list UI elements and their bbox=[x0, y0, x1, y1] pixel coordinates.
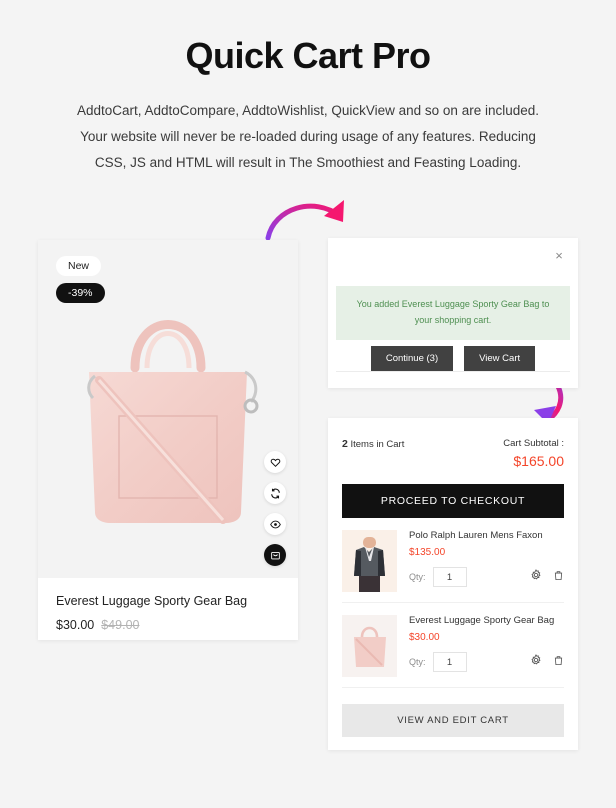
view-and-edit-cart-button[interactable]: VIEW AND EDIT CART bbox=[342, 704, 564, 737]
compare-icon[interactable] bbox=[264, 482, 286, 504]
cart-item-count-label: Items in Cart bbox=[350, 439, 405, 450]
product-price-original: $49.00 bbox=[101, 618, 140, 632]
cart-item-body: Polo Ralph Lauren Mens Faxon $135.00 Qty… bbox=[397, 530, 564, 592]
badge-discount: -39% bbox=[56, 283, 105, 303]
cart-item-controls: Qty: bbox=[409, 652, 564, 672]
cart-item-count: 2 Items in Cart bbox=[342, 438, 404, 450]
subtitle-line-3: CSS, JS and HTML will result in The Smoo… bbox=[94, 155, 522, 171]
notification-buttons: Continue (3) View Cart bbox=[328, 346, 578, 371]
product-price-row: $30.00 $49.00 bbox=[56, 618, 280, 632]
page-root: Quick Cart Pro AddtoCart, AddtoCompare, … bbox=[0, 0, 616, 808]
subtitle-line-1: AddtoCart, AddtoCompare, AddtoWishlist, … bbox=[76, 102, 539, 118]
cart-item-body: Everest Luggage Sporty Gear Bag $30.00 Q… bbox=[397, 615, 564, 677]
quantity-input[interactable] bbox=[432, 567, 467, 587]
cart-subtotal-label: Cart Subtotal : bbox=[503, 438, 564, 449]
cart-summary: 2 Items in Cart Cart Subtotal : $165.00 bbox=[342, 418, 564, 469]
cart-item-controls: Qty: bbox=[409, 567, 564, 587]
gear-icon[interactable] bbox=[530, 653, 542, 671]
view-cart-button[interactable]: View Cart bbox=[464, 346, 536, 371]
cart-line-item: Polo Ralph Lauren Mens Faxon $135.00 Qty… bbox=[342, 518, 564, 603]
badge-new: New bbox=[56, 256, 102, 276]
mini-cart-panel: 2 Items in Cart Cart Subtotal : $165.00 … bbox=[328, 418, 578, 750]
product-action-buttons[interactable] bbox=[264, 442, 286, 566]
quantity-label: Qty: bbox=[409, 572, 426, 582]
cart-subtotal-value: $165.00 bbox=[513, 453, 564, 469]
subtitle-line-2: Your website will never be re-loaded dur… bbox=[80, 128, 536, 144]
product-badges: New -39% bbox=[56, 256, 105, 310]
cart-item-thumbnail[interactable] bbox=[342, 530, 397, 592]
cart-item-name[interactable]: Polo Ralph Lauren Mens Faxon bbox=[409, 530, 564, 541]
cart-item-name[interactable]: Everest Luggage Sporty Gear Bag bbox=[409, 615, 564, 626]
product-image-bag bbox=[73, 276, 263, 556]
success-message: You added Everest Luggage Sporty Gear Ba… bbox=[336, 286, 570, 340]
quickview-eye-icon[interactable] bbox=[264, 513, 286, 535]
trash-icon[interactable] bbox=[553, 653, 564, 671]
cart-item-price: $135.00 bbox=[409, 547, 446, 558]
quantity-input[interactable] bbox=[432, 652, 467, 672]
quantity-label: Qty: bbox=[409, 657, 426, 667]
product-name[interactable]: Everest Luggage Sporty Gear Bag bbox=[56, 594, 280, 608]
page-title: Quick Cart Pro bbox=[185, 35, 431, 76]
wishlist-heart-icon[interactable] bbox=[264, 451, 286, 473]
cart-item-tools bbox=[530, 568, 564, 586]
divider bbox=[336, 371, 570, 372]
page-header: Quick Cart Pro AddtoCart, AddtoCompare, … bbox=[0, 0, 616, 177]
page-subtitle: AddtoCart, AddtoCompare, AddtoWishlist, … bbox=[0, 98, 616, 177]
product-image-area[interactable]: New -39% bbox=[38, 240, 298, 578]
gear-icon[interactable] bbox=[530, 568, 542, 586]
cart-item-tools bbox=[530, 653, 564, 671]
cart-subtotal: Cart Subtotal : $165.00 bbox=[503, 438, 564, 469]
product-info: Everest Luggage Sporty Gear Bag $30.00 $4… bbox=[38, 578, 298, 632]
cart-item-thumbnail[interactable] bbox=[342, 615, 397, 677]
trash-icon[interactable] bbox=[553, 568, 564, 586]
product-card[interactable]: New -39% Everest Luggage Sporty Gear Bag… bbox=[38, 240, 298, 640]
continue-button[interactable]: Continue (3) bbox=[370, 346, 454, 371]
cart-line-item: Everest Luggage Sporty Gear Bag $30.00 Q… bbox=[342, 603, 564, 688]
proceed-to-checkout-button[interactable]: PROCEED TO CHECKOUT bbox=[342, 484, 564, 518]
product-price-current: $30.00 bbox=[56, 618, 95, 632]
cart-item-count-number: 2 bbox=[342, 438, 348, 450]
add-to-cart-notification-panel: × You added Everest Luggage Sporty Gear … bbox=[328, 238, 578, 388]
cart-item-price: $30.00 bbox=[409, 632, 440, 643]
add-to-cart-bag-icon[interactable] bbox=[264, 544, 286, 566]
close-icon[interactable]: × bbox=[552, 248, 566, 262]
